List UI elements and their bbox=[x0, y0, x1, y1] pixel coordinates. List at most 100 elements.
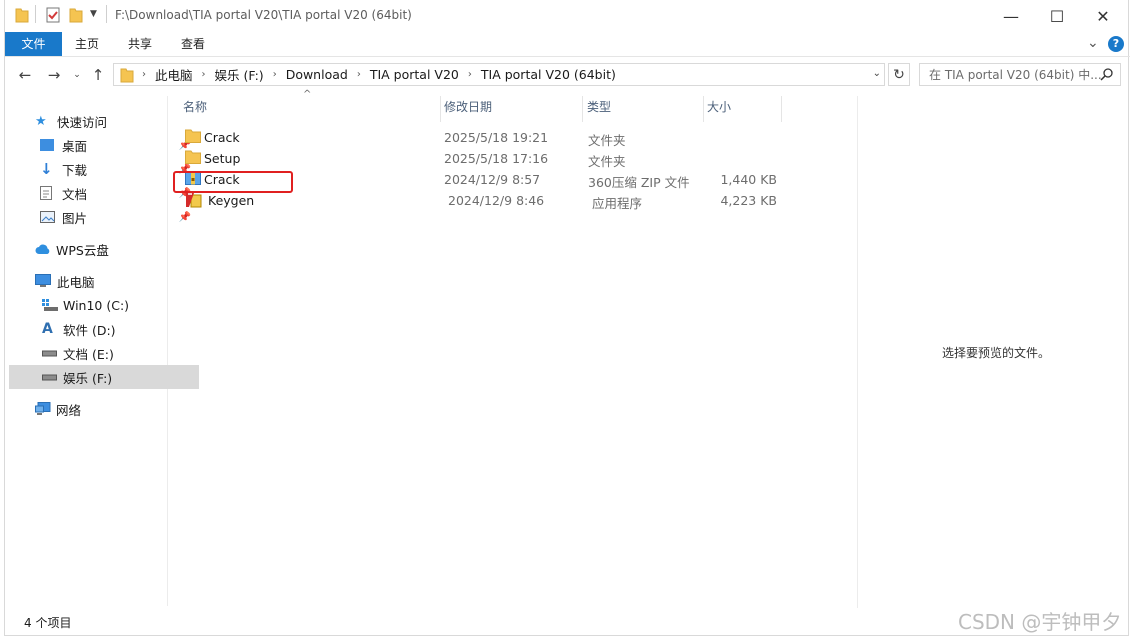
column-header-size[interactable]: 大小 bbox=[707, 96, 779, 122]
nav-drive-c[interactable]: Win10 (C:) bbox=[9, 293, 199, 317]
maximize-icon: ☐ bbox=[1049, 6, 1065, 26]
crumb-tia-portal-v20[interactable]: TIA portal V20 bbox=[370, 67, 459, 82]
nav-label: 软件 (D:) bbox=[63, 322, 116, 338]
network-icon bbox=[35, 402, 51, 416]
nav-network[interactable]: 网络 bbox=[9, 397, 192, 421]
highlight-annotation bbox=[173, 171, 293, 193]
crumb-current-folder[interactable]: TIA portal V20 (64bit) bbox=[481, 67, 616, 82]
file-type: 文件夹 bbox=[588, 133, 626, 148]
new-folder-icon[interactable] bbox=[69, 7, 83, 23]
refresh-button[interactable]: ↻ bbox=[888, 63, 910, 86]
file-row[interactable]: Keygen 2024/12/9 8:46 应用程序 4,223 KB bbox=[185, 190, 785, 211]
arrow-left-icon: ← bbox=[18, 66, 32, 84]
crumb-separator: › bbox=[272, 69, 277, 80]
nav-drive-f[interactable]: 娱乐 (F:) bbox=[9, 365, 199, 389]
file-date: 2025/5/18 17:16 bbox=[444, 151, 549, 166]
title-bar: ▼ F:\Download\TIA portal V20\TIA portal … bbox=[5, 0, 1130, 32]
nav-label: 网络 bbox=[56, 402, 82, 418]
forward-button[interactable]: → bbox=[45, 66, 63, 84]
nav-label: 桌面 bbox=[62, 138, 88, 154]
folder-icon bbox=[185, 150, 201, 164]
nav-this-pc[interactable]: 此电脑 bbox=[9, 269, 192, 293]
picture-icon bbox=[40, 211, 56, 223]
file-type: 应用程序 bbox=[592, 196, 643, 211]
explorer-window: ▼ F:\Download\TIA portal V20\TIA portal … bbox=[4, 0, 1130, 636]
document-icon bbox=[40, 186, 56, 200]
nav-pictures[interactable]: 图片 📌 bbox=[9, 205, 197, 229]
file-row[interactable]: Setup 2025/5/18 17:16 文件夹 bbox=[185, 148, 785, 169]
nav-label: 下载 bbox=[62, 162, 88, 178]
maximize-button[interactable]: ☐ bbox=[1034, 0, 1080, 32]
cloud-icon bbox=[35, 244, 51, 255]
nav-wps-cloud[interactable]: WPS云盘 bbox=[9, 237, 192, 261]
folder-icon bbox=[120, 67, 134, 83]
minimize-button[interactable]: — bbox=[988, 0, 1034, 32]
file-date: 2025/5/18 19:21 bbox=[444, 130, 549, 145]
drive-icon bbox=[42, 349, 58, 357]
column-divider[interactable] bbox=[781, 96, 782, 122]
crumb-this-pc[interactable]: 此电脑 bbox=[155, 65, 193, 84]
file-type: 文件夹 bbox=[588, 154, 626, 169]
tab-file[interactable]: 文件 bbox=[5, 32, 62, 56]
search-input[interactable]: 在 TIA portal V20 (64bit) 中... bbox=[919, 63, 1121, 86]
column-divider[interactable] bbox=[440, 96, 441, 122]
drive-icon bbox=[42, 373, 58, 381]
file-size: 1,440 KB bbox=[720, 172, 777, 187]
chevron-down-icon: ⌄ bbox=[73, 70, 81, 80]
system-drive-icon bbox=[42, 299, 58, 311]
navigation-pane: ★ 快速访问 桌面 📌 ↓ 下载 📌 文档 📌 图片 📌 WPS云盘 此电脑 W… bbox=[9, 96, 199, 606]
column-divider[interactable] bbox=[582, 96, 583, 122]
recent-locations-button[interactable]: ⌄ bbox=[68, 66, 86, 84]
divider bbox=[35, 5, 36, 23]
crumb-separator: › bbox=[201, 69, 206, 80]
up-button[interactable]: ↑ bbox=[89, 66, 107, 84]
back-button[interactable]: ← bbox=[16, 66, 34, 84]
column-divider[interactable] bbox=[703, 96, 704, 122]
ribbon-expand-icon[interactable]: ⌄ bbox=[1087, 35, 1099, 51]
help-icon[interactable]: ? bbox=[1108, 36, 1124, 52]
crumb-separator: › bbox=[356, 69, 361, 80]
drive-d-icon: A bbox=[42, 321, 53, 337]
nav-label: 图片 bbox=[62, 210, 88, 226]
nav-drive-d[interactable]: A 软件 (D:) bbox=[9, 317, 199, 341]
download-arrow-icon: ↓ bbox=[40, 160, 53, 178]
divider bbox=[106, 5, 107, 23]
nav-quick-access[interactable]: ★ 快速访问 bbox=[9, 109, 192, 133]
arrow-right-icon: → bbox=[47, 66, 61, 84]
file-type: 360压缩 ZIP 文件 bbox=[588, 175, 690, 190]
column-header-name[interactable]: 名称 bbox=[183, 96, 438, 122]
folder-icon bbox=[185, 129, 201, 143]
crumb-download[interactable]: Download bbox=[286, 67, 348, 82]
tab-home[interactable]: 主页 bbox=[66, 32, 108, 56]
watermark: CSDN @宇钟甲夕 bbox=[958, 610, 1122, 634]
file-date: 2024/12/9 8:46 bbox=[448, 193, 545, 208]
close-icon: ✕ bbox=[1096, 6, 1110, 26]
column-header-type[interactable]: 类型 bbox=[587, 96, 701, 122]
nav-downloads[interactable]: ↓ 下载 📌 bbox=[9, 157, 197, 181]
properties-icon[interactable] bbox=[46, 7, 60, 23]
crumb-separator: › bbox=[142, 69, 146, 80]
search-placeholder: 在 TIA portal V20 (64bit) 中... bbox=[929, 68, 1102, 82]
column-header-date[interactable]: 修改日期 bbox=[444, 96, 580, 122]
file-name: Setup bbox=[204, 151, 241, 166]
crumb-drive-f[interactable]: 娱乐 (F:) bbox=[215, 65, 264, 84]
window-title: F:\Download\TIA portal V20\TIA portal V2… bbox=[115, 8, 412, 22]
file-row[interactable]: Crack 2025/5/18 19:21 文件夹 bbox=[185, 127, 785, 148]
tab-view[interactable]: 查看 bbox=[172, 32, 214, 56]
preview-divider[interactable] bbox=[857, 96, 858, 608]
chevron-down-icon[interactable]: ⌄ bbox=[873, 68, 881, 79]
nav-desktop[interactable]: 桌面 📌 bbox=[9, 133, 197, 157]
star-icon: ★ bbox=[35, 113, 47, 129]
close-button[interactable]: ✕ bbox=[1080, 0, 1126, 32]
nav-label: 此电脑 bbox=[57, 274, 95, 290]
address-bar[interactable]: › 此电脑 › 娱乐 (F:) › Download › TIA portal … bbox=[113, 63, 885, 86]
nav-label: 娱乐 (F:) bbox=[63, 370, 113, 386]
nav-drive-e[interactable]: 文档 (E:) bbox=[9, 341, 199, 365]
nav-documents[interactable]: 文档 📌 bbox=[9, 181, 197, 205]
arrow-up-icon: ↑ bbox=[91, 66, 105, 84]
customize-toolbar-icon[interactable]: ▼ bbox=[90, 9, 97, 19]
ribbon-tabs: 文件 主页 共享 查看 ⌄ ? bbox=[5, 32, 1130, 57]
tab-share[interactable]: 共享 bbox=[119, 32, 161, 56]
crumb-separator: › bbox=[467, 69, 472, 80]
keygen-app-icon bbox=[185, 192, 202, 208]
